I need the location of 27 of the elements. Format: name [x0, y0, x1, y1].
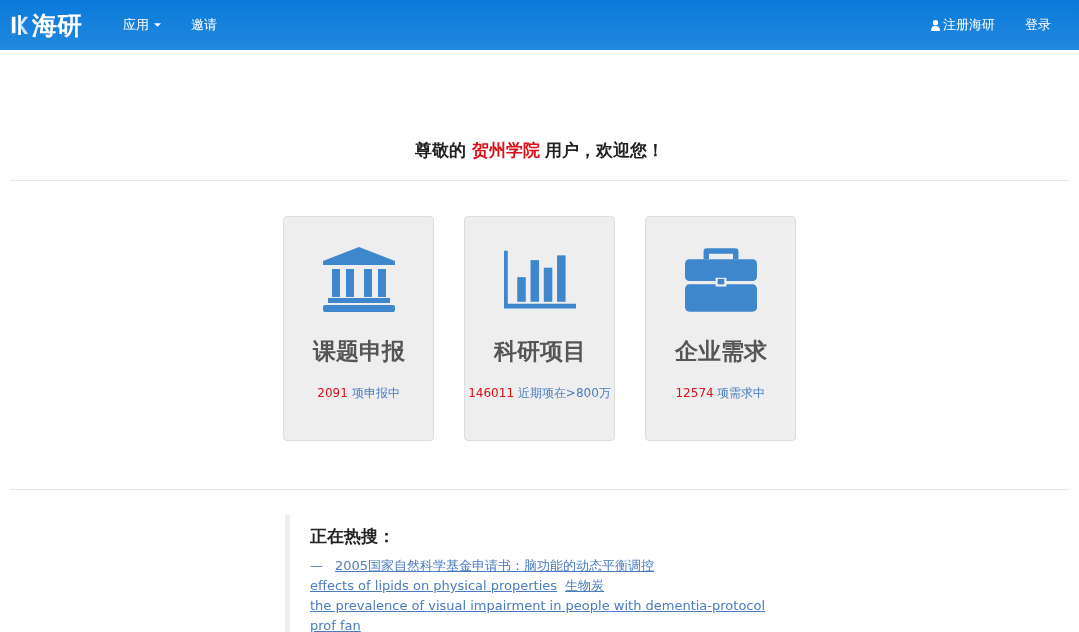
- search-link[interactable]: effects of lipids on physical properties: [310, 576, 558, 596]
- search-link[interactable]: prof fan: [310, 616, 361, 632]
- hot-search-title: 正在热搜：: [310, 525, 396, 548]
- nav-link[interactable]: 登录: [1010, 16, 1066, 34]
- stat-text: 146011 近期项在>800万: [468, 385, 611, 402]
- briefcase-icon: [684, 247, 757, 313]
- welcome-text: 尊敬的 贺州学院 用户，欢迎您！: [414, 139, 665, 162]
- logo-text[interactable]: 海研: [32, 8, 82, 42]
- card-title: 课题申报: [312, 337, 405, 366]
- nav-link[interactable]: 邀请: [176, 16, 232, 34]
- category-card[interactable]: 课题申报 2091 项申报中: [283, 216, 434, 441]
- search-link[interactable]: 2005国家自然科学基金申请书：脑功能的动态平衡调控: [335, 556, 655, 576]
- card-title: 企业需求: [674, 337, 767, 366]
- nav-link[interactable]: 注册海研: [916, 16, 1010, 34]
- logo-icon[interactable]: [10, 13, 30, 37]
- caret-icon: [154, 23, 161, 27]
- dash-text: —: [310, 558, 323, 573]
- search-link[interactable]: the prevalence of visual impairment in people with dementia-protocol: [310, 596, 766, 616]
- search-link[interactable]: 生物炭: [565, 576, 605, 596]
- bank-icon: [322, 247, 395, 313]
- user-icon: [931, 19, 940, 31]
- category-card[interactable]: 企业需求 12574 项需求中: [645, 216, 796, 441]
- stat-text: 2091 项申报中: [317, 385, 400, 402]
- category-card[interactable]: 科研项目 146011 近期项在>800万: [464, 216, 615, 441]
- menu-dropdown[interactable]: 应用: [108, 16, 176, 34]
- card-title: 科研项目: [493, 337, 586, 366]
- stat-text: 12574 项需求中: [675, 385, 766, 402]
